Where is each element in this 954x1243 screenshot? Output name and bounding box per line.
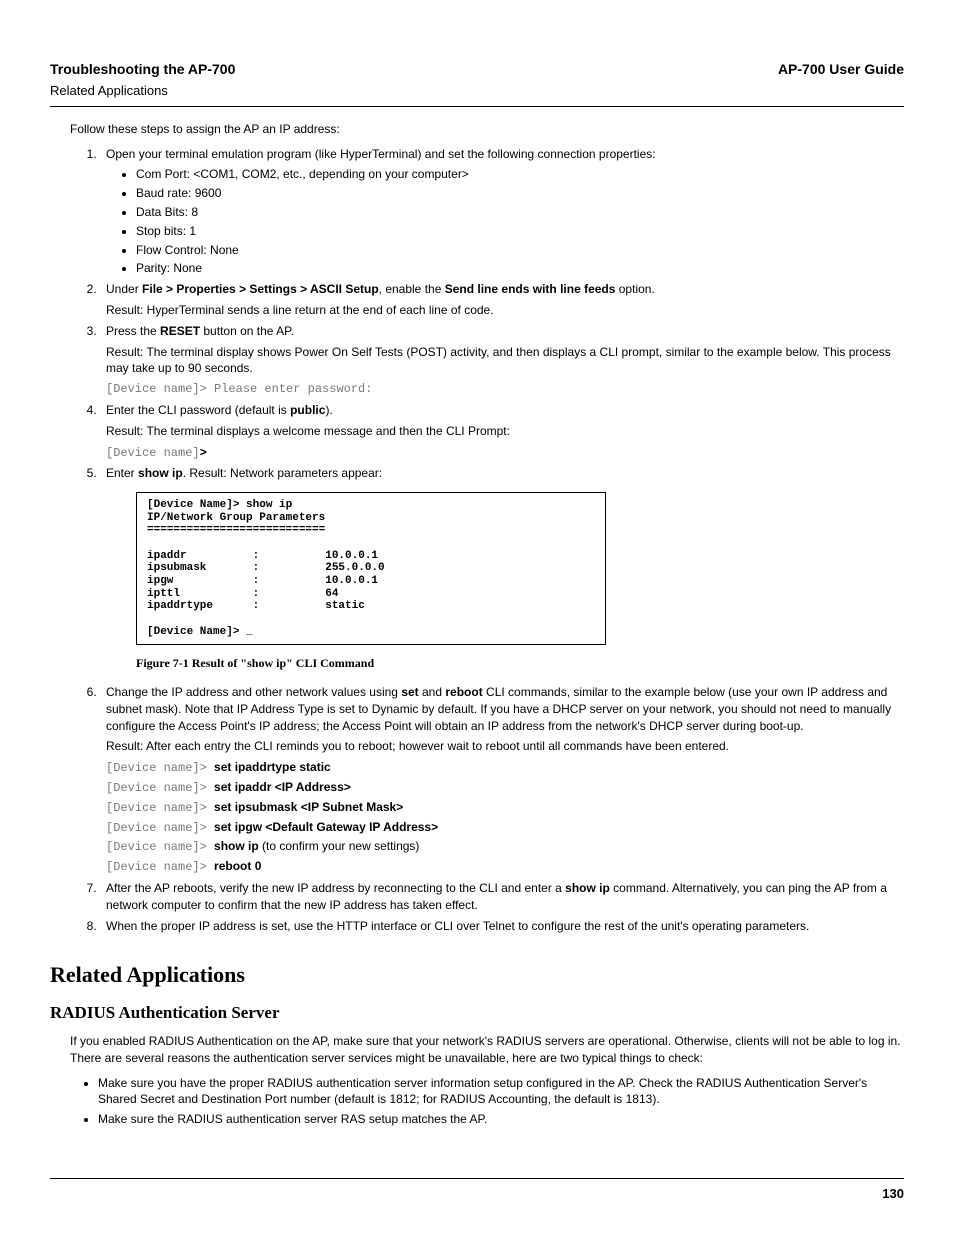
cli-cursor: >: [200, 446, 207, 460]
cmd-line: [Device name]> set ipaddrtype static: [106, 759, 904, 777]
step-8: When the proper IP address is set, use t…: [100, 918, 904, 935]
cmd-line: [Device name]> reboot 0: [106, 858, 904, 876]
bold-text: show ip: [565, 881, 610, 895]
text: and: [419, 685, 446, 699]
list-item: Baud rate: 9600: [136, 185, 904, 202]
step-2: Under File > Properties > Settings > ASC…: [100, 281, 904, 319]
step-7: After the AP reboots, verify the new IP …: [100, 880, 904, 914]
header-divider: [50, 106, 904, 107]
text: After the AP reboots, verify the new IP …: [106, 881, 565, 895]
cli-output: [Device name]> Please enter password:: [106, 381, 904, 398]
cmd-line: [Device name]> show ip (to confirm your …: [106, 838, 904, 856]
cmd-line: [Device name]> set ipgw <Default Gateway…: [106, 819, 904, 837]
cli-prompt: [Device name]>: [106, 840, 214, 854]
step-1: Open your terminal emulation program (li…: [100, 146, 904, 278]
text: Change the IP address and other network …: [106, 685, 401, 699]
step-1-text: Open your terminal emulation program (li…: [106, 147, 656, 161]
list-item: Flow Control: None: [136, 242, 904, 259]
text: button on the AP.: [200, 324, 294, 338]
page-number: 130: [50, 1185, 904, 1203]
cli-prompt: [Device name]>: [106, 860, 214, 874]
header-left: Troubleshooting the AP-700 Related Appli…: [50, 60, 235, 100]
bold-text: set: [401, 685, 418, 699]
bold-text: File > Properties > Settings > ASCII Set…: [142, 282, 379, 296]
step-6: Change the IP address and other network …: [100, 684, 904, 876]
page-header: Troubleshooting the AP-700 Related Appli…: [50, 60, 904, 100]
list-item: Stop bits: 1: [136, 223, 904, 240]
result-text: Result: HyperTerminal sends a line retur…: [106, 302, 904, 319]
steps-list: Open your terminal emulation program (li…: [70, 146, 904, 935]
cli-output-box: [Device Name]> show ip IP/Network Group …: [136, 492, 606, 645]
figure-block: [Device Name]> show ip IP/Network Group …: [136, 492, 904, 672]
cli-command: set ipaddr <IP Address>: [214, 780, 351, 794]
text: . Result: Network parameters appear:: [183, 466, 382, 480]
radius-bullets: Make sure you have the proper RADIUS aut…: [70, 1075, 904, 1128]
result-text: Result: The terminal displays a welcome …: [106, 423, 904, 440]
cmd-line: [Device name]> set ipaddr <IP Address>: [106, 779, 904, 797]
result-text: Result: The terminal display shows Power…: [106, 344, 904, 378]
list-item: Make sure you have the proper RADIUS aut…: [98, 1075, 904, 1109]
header-title: Troubleshooting the AP-700: [50, 60, 235, 80]
step-4: Enter the CLI password (default is publi…: [100, 402, 904, 461]
cli-prompt: [Device name]>: [106, 821, 214, 835]
bold-text: RESET: [160, 324, 200, 338]
text: option.: [615, 282, 654, 296]
list-item: Parity: None: [136, 260, 904, 277]
header-right: AP-700 User Guide: [778, 60, 904, 80]
text: Enter: [106, 466, 138, 480]
cli-prompt: [Device name]>: [106, 781, 214, 795]
bold-text: public: [290, 403, 325, 417]
subsection-radius: RADIUS Authentication Server: [50, 1001, 904, 1025]
bold-text: show ip: [138, 466, 183, 480]
result-text: Result: After each entry the CLI reminds…: [106, 738, 904, 755]
list-item: Make sure the RADIUS authentication serv…: [98, 1111, 904, 1128]
cli-command: set ipaddrtype static: [214, 760, 331, 774]
step-1-bullets: Com Port: <COM1, COM2, etc., depending o…: [126, 166, 904, 277]
figure-caption: Figure 7-1 Result of "show ip" CLI Comma…: [136, 655, 904, 672]
section-related-applications: Related Applications: [50, 960, 904, 991]
text: Under: [106, 282, 142, 296]
cli-prompt: [Device name]>: [106, 444, 904, 462]
intro-text: Follow these steps to assign the AP an I…: [70, 121, 904, 138]
bold-text: reboot: [445, 685, 482, 699]
cli-note: (to confirm your new settings): [259, 839, 420, 853]
cmd-line: [Device name]> set ipsubmask <IP Subnet …: [106, 799, 904, 817]
cli-prompt: [Device name]>: [106, 801, 214, 815]
cli-command: set ipsubmask <IP Subnet Mask>: [214, 800, 403, 814]
list-item: Com Port: <COM1, COM2, etc., depending o…: [136, 166, 904, 183]
cli-command: set ipgw <Default Gateway IP Address>: [214, 820, 438, 834]
text: , enable the: [379, 282, 445, 296]
cli-command: reboot 0: [214, 859, 261, 873]
footer-divider: [50, 1178, 904, 1179]
text: Enter the CLI password (default is: [106, 403, 290, 417]
step-3: Press the RESET button on the AP. Result…: [100, 323, 904, 398]
cli-prompt: [Device name]>: [106, 761, 214, 775]
bold-text: Send line ends with line feeds: [445, 282, 616, 296]
step-5: Enter show ip. Result: Network parameter…: [100, 465, 904, 672]
header-subtitle: Related Applications: [50, 82, 235, 100]
list-item: Data Bits: 8: [136, 204, 904, 221]
radius-intro: If you enabled RADIUS Authentication on …: [70, 1033, 904, 1067]
cli-prefix: [Device name]: [106, 446, 200, 460]
text: ).: [325, 403, 332, 417]
cli-command: show ip: [214, 839, 259, 853]
text: Press the: [106, 324, 160, 338]
